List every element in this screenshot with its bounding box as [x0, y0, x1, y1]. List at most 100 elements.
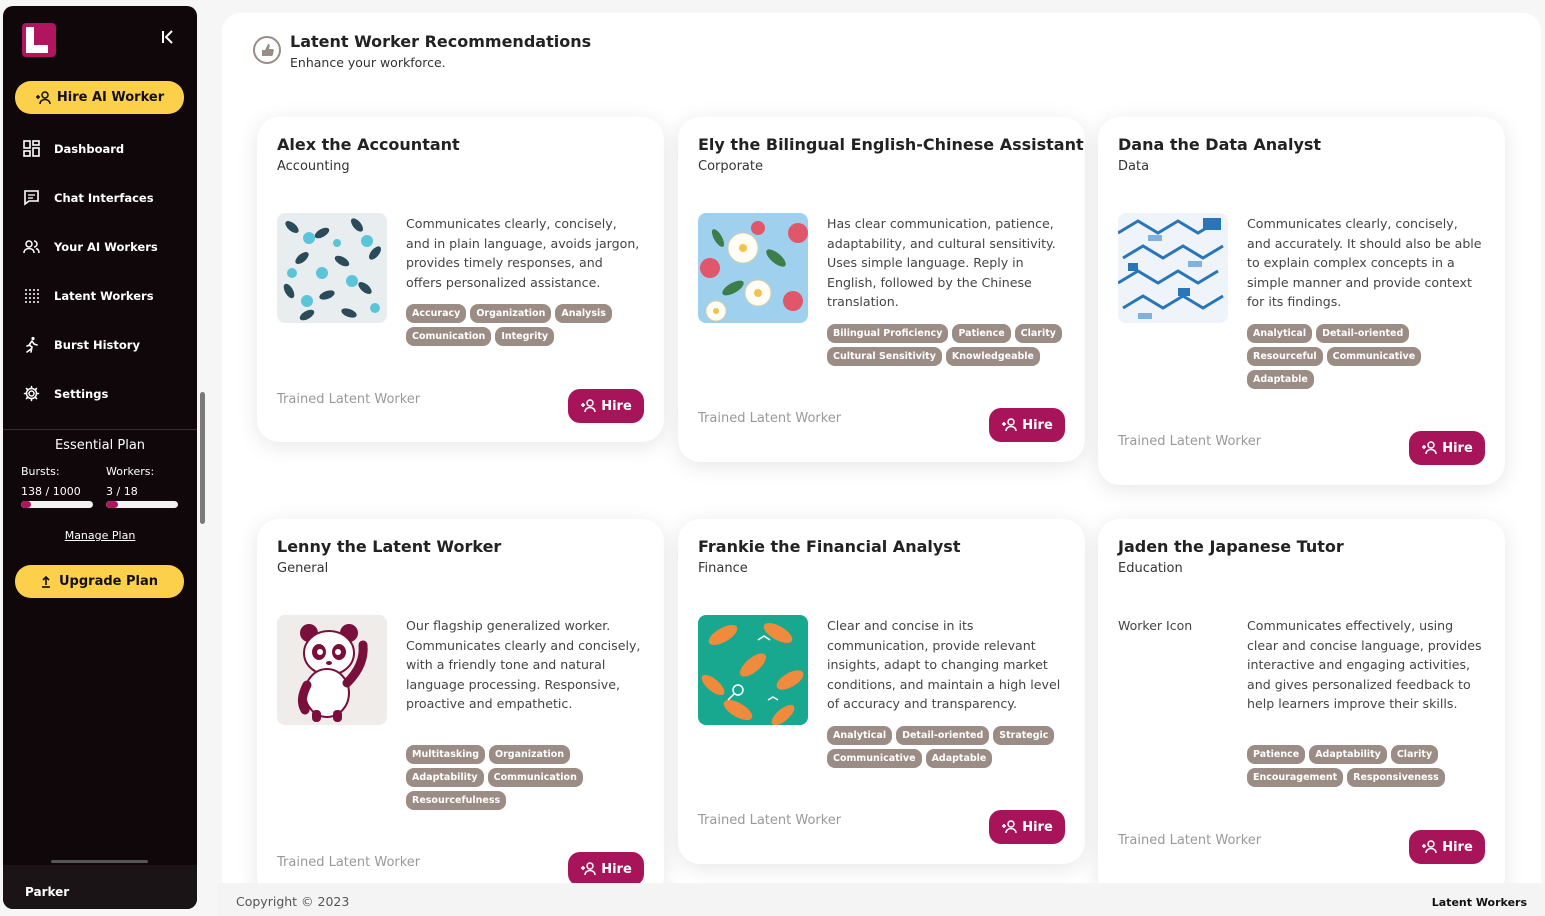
workers-stat: Workers: 3 / 18	[106, 465, 154, 498]
hire-ai-worker-button[interactable]: Hire AI Worker	[15, 81, 184, 114]
skill-tag: Patience	[952, 324, 1011, 343]
workers-progress-fill	[106, 501, 119, 508]
worker-description: Our flagship generalized worker. Communi…	[406, 618, 641, 711]
nav-settings[interactable]: Settings	[3, 369, 197, 418]
user-bar[interactable]: Parker	[3, 865, 197, 909]
trained-label: Trained Latent Worker	[1118, 833, 1262, 848]
worker-image	[698, 615, 808, 725]
skill-tag: Encouragement	[1247, 768, 1344, 787]
nav-chat-interfaces[interactable]: Chat Interfaces	[3, 173, 197, 222]
trained-label: Trained Latent Worker	[1118, 434, 1262, 449]
hire-button[interactable]: Hire	[989, 408, 1065, 442]
skill-tag: Analytical	[1247, 324, 1313, 343]
collapse-sidebar-icon[interactable]	[157, 28, 179, 50]
upgrade-plan-button[interactable]: Upgrade Plan	[15, 565, 184, 598]
workers-value: 3 / 18	[106, 485, 138, 498]
worker-tags: Patience Adaptability Clarity Encouragem…	[1247, 745, 1457, 787]
worker-card: Lenny the Latent Worker General Our flag…	[257, 519, 664, 899]
skill-tag: Integrity	[495, 327, 555, 346]
manage-plan-link[interactable]: Manage Plan	[3, 529, 197, 542]
skill-tag: Communicative	[827, 749, 922, 768]
worker-card: Dana the Data Analyst Data Communicates …	[1098, 117, 1505, 485]
worker-category: Education	[1118, 561, 1183, 576]
workers-progress	[106, 501, 178, 508]
skill-tag: Cultural Sensitivity	[827, 347, 942, 366]
worker-card: Alex the Accountant Accounting Communica…	[257, 117, 664, 442]
hire-label: Hire	[1022, 417, 1053, 433]
skill-tag: Analytical	[827, 726, 893, 745]
hire-label: Hire	[601, 398, 632, 414]
skill-tag: Adaptability	[406, 768, 484, 787]
worker-tags: Bilingual Proficiency Patience Clarity C…	[827, 324, 1067, 366]
chat-icon	[24, 190, 39, 206]
hire-button[interactable]: Hire	[989, 810, 1065, 844]
sidebar-handle	[51, 860, 148, 863]
hire-ai-worker-label: Hire AI Worker	[56, 90, 165, 105]
nav-label: Chat Interfaces	[54, 190, 154, 205]
dashboard-icon	[23, 140, 40, 157]
thumbs-up-icon	[253, 36, 281, 64]
worker-name: Ely the Bilingual English-Chinese Assist…	[698, 135, 1084, 154]
skill-tag: Detail-oriented	[896, 726, 990, 745]
worker-category: General	[277, 561, 329, 576]
hire-button[interactable]: Hire	[1409, 431, 1485, 465]
footer-brand[interactable]: Latent Workers	[1432, 896, 1527, 909]
worker-description: Communicates effectively, using clear an…	[1247, 618, 1482, 711]
plan-title: Essential Plan	[54, 438, 146, 453]
skill-tag: Bilingual Proficiency	[827, 324, 949, 343]
users-icon	[23, 240, 40, 254]
skill-tag: Clarity	[1014, 324, 1062, 343]
add-user-icon	[581, 862, 596, 876]
add-user-icon	[1002, 418, 1017, 432]
skill-tag: Strategic	[993, 726, 1055, 745]
worker-description: Has clear communication, patience, adapt…	[827, 216, 1056, 309]
worker-card: Ely the Bilingual English-Chinese Assist…	[678, 117, 1085, 462]
nav-label: Dashboard	[54, 141, 125, 156]
main-panel: Latent Worker Recommendations Enhance yo…	[222, 13, 1541, 916]
add-user-icon	[1002, 820, 1017, 834]
skill-tag: Organization	[470, 304, 552, 323]
skill-tag: Analysis	[555, 304, 612, 323]
worker-image	[277, 615, 387, 725]
worker-name: Jaden the Japanese Tutor	[1118, 537, 1344, 556]
trained-label: Trained Latent Worker	[277, 855, 421, 870]
worker-card: Jaden the Japanese Tutor Education Worke…	[1098, 519, 1505, 899]
add-user-icon	[1422, 840, 1437, 854]
hire-button[interactable]: Hire	[568, 852, 644, 886]
hire-button[interactable]: Hire	[568, 389, 644, 423]
page-subtitle: Enhance your workforce.	[290, 55, 446, 70]
add-user-icon	[581, 399, 596, 413]
copyright: Copyright © 2023	[236, 894, 350, 909]
bursts-progress	[21, 501, 93, 508]
skill-tag: Adaptable	[925, 749, 993, 768]
nav-latent-workers[interactable]: Latent Workers	[3, 271, 197, 320]
skill-tag: Accuracy	[406, 304, 467, 323]
skill-tag: Adaptability	[1309, 745, 1387, 764]
nav-your-ai-workers[interactable]: Your AI Workers	[3, 222, 197, 271]
bursts-label: Bursts:	[21, 465, 60, 478]
bursts-stat: Bursts: 138 / 1000	[21, 465, 81, 498]
user-name: Parker	[25, 885, 70, 899]
hire-label: Hire	[601, 861, 632, 877]
hire-label: Hire	[1442, 440, 1473, 456]
worker-category: Data	[1118, 159, 1150, 174]
grid-dots-icon	[25, 289, 39, 303]
skill-tag: Responsiveness	[1347, 768, 1445, 787]
skill-tag: Resourceful	[1247, 347, 1323, 366]
skill-tag: Comunication	[406, 327, 492, 346]
skill-tag: Communication	[487, 768, 583, 787]
broken-image-icon: Worker Icon	[1118, 618, 1192, 633]
add-user-icon	[1422, 441, 1437, 455]
sidebar-divider	[3, 429, 197, 430]
upgrade-plan-label: Upgrade Plan	[58, 574, 158, 589]
sidebar-scrollbar[interactable]	[200, 392, 205, 524]
app-logo[interactable]	[22, 23, 56, 57]
trained-label: Trained Latent Worker	[698, 813, 842, 828]
worker-image	[698, 213, 808, 323]
nav-dashboard[interactable]: Dashboard	[3, 124, 197, 173]
hire-button[interactable]: Hire	[1409, 830, 1485, 864]
bursts-value: 138 / 1000	[21, 485, 81, 498]
nav-burst-history[interactable]: Burst History	[3, 320, 197, 369]
worker-category: Corporate	[698, 159, 763, 174]
worker-category: Accounting	[277, 159, 350, 174]
